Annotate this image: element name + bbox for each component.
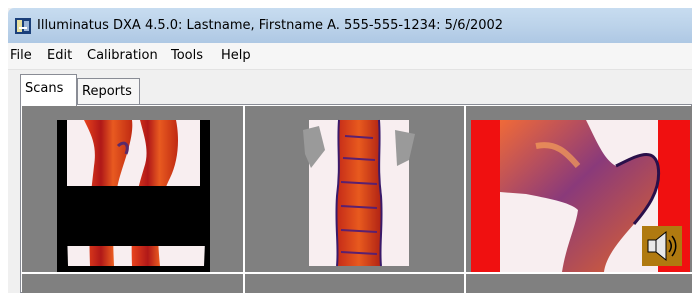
menu-bar: File Edit Calibration Tools Help [8, 43, 692, 70]
menu-calibration[interactable]: Calibration [87, 48, 158, 63]
menu-file[interactable]: File [10, 48, 32, 63]
scan-thumbnail-hip[interactable] [466, 106, 692, 272]
scan-thumbnail-forearm[interactable] [22, 106, 243, 272]
menu-tools[interactable]: Tools [171, 48, 203, 63]
tab-reports[interactable]: Reports [77, 78, 140, 106]
tab-strip: Scans Reports [8, 70, 692, 108]
menu-help[interactable]: Help [221, 48, 251, 63]
scan-grid [22, 106, 692, 293]
scan-thumbnail-spine[interactable] [245, 106, 464, 272]
app-icon[interactable] [15, 18, 31, 34]
title-bar[interactable]: Illuminatus DXA 4.5.0: Lastname, Firstna… [8, 8, 692, 43]
menu-edit[interactable]: Edit [47, 48, 72, 63]
grid-divider [22, 272, 692, 274]
window-title: Illuminatus DXA 4.5.0: Lastname, Firstna… [37, 18, 504, 33]
app-window: Illuminatus DXA 4.5.0: Lastname, Firstna… [8, 8, 692, 293]
speaker-icon[interactable] [642, 226, 682, 266]
tab-scans[interactable]: Scans [20, 74, 77, 106]
